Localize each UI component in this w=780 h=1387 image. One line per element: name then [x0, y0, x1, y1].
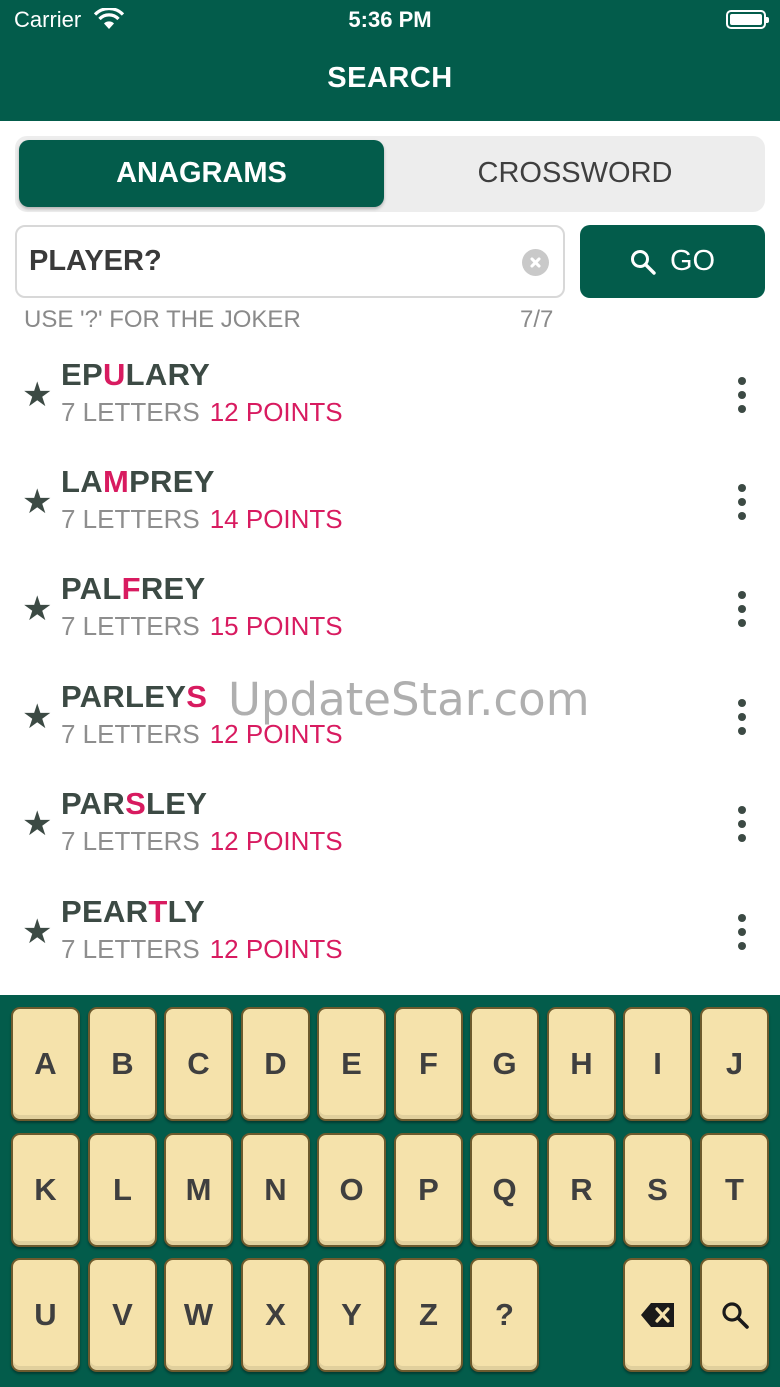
tab-crossword[interactable]: CROSSWORD	[390, 140, 760, 207]
search-icon	[721, 1302, 749, 1329]
star-icon[interactable]: ★	[22, 482, 52, 522]
letter-keyboard: A B C D E F G H I J K L M N O P Q R S T …	[0, 995, 780, 1387]
key-l[interactable]: L	[88, 1133, 157, 1247]
key-y[interactable]: Y	[317, 1258, 386, 1372]
key-q[interactable]: Q	[470, 1133, 539, 1247]
key-w[interactable]: W	[164, 1258, 233, 1372]
word: LAMPREY	[61, 464, 215, 499]
star-icon[interactable]: ★	[22, 589, 52, 629]
joker-letter: M	[102, 464, 130, 499]
key-joker[interactable]: ?	[470, 1258, 539, 1372]
mode-segmented-control: ANAGRAMS CROSSWORD	[15, 136, 765, 212]
key-o[interactable]: O	[317, 1133, 386, 1247]
word-meta: 7 LETTERS 12 POINTS	[61, 826, 343, 857]
search-key[interactable]	[700, 1258, 769, 1372]
key-e[interactable]: E	[317, 1007, 386, 1121]
key-j[interactable]: J	[700, 1007, 769, 1121]
search-input-value: PLAYER?	[29, 245, 162, 277]
backspace-icon	[640, 1303, 674, 1327]
key-t[interactable]: T	[700, 1133, 769, 1247]
letter-count: 7 LETTERS	[61, 826, 200, 856]
word-meta: 7 LETTERS 14 POINTS	[61, 504, 343, 535]
letter-counter: 7/7	[520, 306, 554, 333]
joker-letter: F	[121, 571, 141, 606]
points: 12 POINTS	[209, 934, 343, 964]
letter-count: 7 LETTERS	[61, 934, 200, 964]
star-icon[interactable]: ★	[22, 375, 52, 415]
watermark: UpdateStar.com	[228, 673, 590, 726]
key-a[interactable]: A	[11, 1007, 80, 1121]
star-icon[interactable]: ★	[22, 912, 52, 952]
key-h[interactable]: H	[547, 1007, 616, 1121]
key-r[interactable]: R	[547, 1133, 616, 1247]
key-v[interactable]: V	[88, 1258, 157, 1372]
key-x[interactable]: X	[241, 1258, 310, 1372]
letter-count: 7 LETTERS	[61, 504, 200, 534]
key-b[interactable]: B	[88, 1007, 157, 1121]
word-meta: 7 LETTERS 15 POINTS	[61, 611, 343, 642]
key-u[interactable]: U	[11, 1258, 80, 1372]
more-options-icon[interactable]	[730, 804, 754, 844]
search-input[interactable]: PLAYER?	[15, 225, 565, 298]
word-meta: 7 LETTERS 12 POINTS	[61, 934, 343, 965]
tab-anagrams[interactable]: ANAGRAMS	[19, 140, 384, 207]
key-z[interactable]: Z	[394, 1258, 463, 1372]
letter-count: 7 LETTERS	[61, 719, 200, 749]
list-item[interactable]: ★ PEARTLY 7 LETTERS 12 POINTS	[0, 882, 780, 989]
points: 14 POINTS	[209, 504, 343, 534]
key-f[interactable]: F	[394, 1007, 463, 1121]
word: PEARTLY	[61, 894, 205, 929]
joker-letter: S	[125, 786, 147, 821]
key-m[interactable]: M	[164, 1133, 233, 1247]
word: PARLEYS	[61, 679, 208, 714]
key-g[interactable]: G	[470, 1007, 539, 1121]
joker-hint: USE '?' FOR THE JOKER	[24, 306, 301, 333]
key-k[interactable]: K	[11, 1133, 80, 1247]
header-bar: Carrier 5:36 PM SEARCH	[0, 0, 780, 121]
joker-letter: T	[148, 894, 168, 929]
more-options-icon[interactable]	[730, 589, 754, 629]
clear-icon[interactable]	[522, 249, 549, 276]
word-meta: 7 LETTERS 12 POINTS	[61, 397, 343, 428]
search-icon	[630, 249, 656, 275]
word: EPULARY	[61, 357, 211, 392]
key-p[interactable]: P	[394, 1133, 463, 1247]
list-item[interactable]: ★ PARSLEY 7 LETTERS 12 POINTS	[0, 774, 780, 881]
joker-letter: U	[102, 357, 126, 392]
backspace-key[interactable]	[623, 1258, 692, 1372]
more-options-icon[interactable]	[730, 912, 754, 952]
letter-count: 7 LETTERS	[61, 397, 200, 427]
battery-icon	[726, 10, 769, 29]
go-button-label: GO	[669, 245, 716, 277]
list-item[interactable]: ★ PALFREY 7 LETTERS 15 POINTS	[0, 559, 780, 666]
more-options-icon[interactable]	[730, 482, 754, 522]
points: 15 POINTS	[209, 611, 343, 641]
points: 12 POINTS	[209, 397, 343, 427]
star-icon[interactable]: ★	[22, 804, 52, 844]
page-title: SEARCH	[327, 62, 453, 94]
more-options-icon[interactable]	[730, 375, 754, 415]
joker-letter: S	[186, 679, 208, 714]
key-i[interactable]: I	[623, 1007, 692, 1121]
key-c[interactable]: C	[164, 1007, 233, 1121]
points: 12 POINTS	[209, 826, 343, 856]
list-item[interactable]: ★ LAMPREY 7 LETTERS 14 POINTS	[0, 452, 780, 559]
star-icon[interactable]: ★	[22, 697, 52, 737]
status-bar: Carrier 5:36 PM	[0, 0, 780, 40]
key-s[interactable]: S	[623, 1133, 692, 1247]
letter-count: 7 LETTERS	[61, 611, 200, 641]
go-button[interactable]: GO	[580, 225, 765, 298]
more-options-icon[interactable]	[730, 697, 754, 737]
list-item[interactable]: ★ EPULARY 7 LETTERS 12 POINTS	[0, 345, 780, 452]
word: PALFREY	[61, 571, 206, 606]
word: PARSLEY	[61, 786, 208, 821]
key-d[interactable]: D	[241, 1007, 310, 1121]
clock: 5:36 PM	[348, 7, 432, 32]
key-n[interactable]: N	[241, 1133, 310, 1247]
